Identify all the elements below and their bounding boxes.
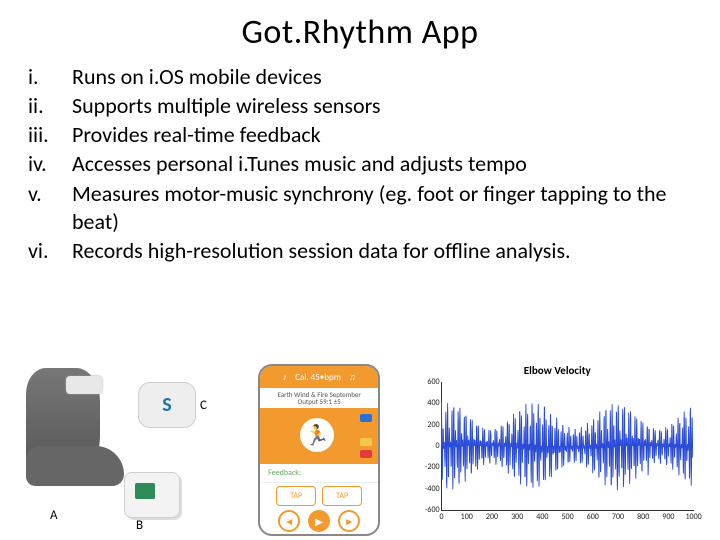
xtick: 100	[461, 512, 473, 522]
list-num: vi.	[28, 237, 72, 265]
sensor-board-b-icon	[124, 472, 180, 518]
play-icon[interactable]: ▶	[308, 510, 330, 532]
sensor-label-a: A	[50, 508, 58, 523]
sensor-label-c: C	[200, 398, 207, 413]
xtick: 1000	[685, 512, 701, 522]
ytick: 600	[427, 377, 441, 387]
phone-header-text: Cal. 45•bpm	[295, 372, 341, 383]
music-note-icon: ♫	[349, 372, 356, 383]
list-text: Records high-resolution session data for…	[72, 237, 692, 265]
list-text: Measures motor-music synchrony (eg. foot…	[72, 180, 692, 236]
figure-chart: Elbow Velocity 600 400 200 0 -200 -400 -…	[413, 364, 702, 534]
list-item: i. Runs on i.OS mobile devices	[28, 63, 692, 91]
ytick: -400	[425, 484, 442, 494]
dial-seg	[360, 414, 372, 422]
dial-seg	[360, 450, 372, 458]
feature-list: i. Runs on i.OS mobile devices ii. Suppo…	[28, 63, 692, 265]
ankle-band-icon	[66, 376, 102, 394]
list-item: ii. Supports multiple wireless sensors	[28, 92, 692, 120]
list-text: Provides real-time feedback	[72, 121, 692, 149]
phone-controls: ◄ ▶ ►	[260, 509, 378, 533]
slide-title: Got.Rhythm App	[28, 12, 692, 53]
list-num: iv.	[28, 150, 72, 178]
list-num: iii.	[28, 121, 72, 149]
next-track-icon[interactable]: ►	[338, 510, 360, 532]
figure-sensors: S A B C	[18, 364, 224, 534]
figure-row: S A B C ♪ Cal. 45•bpm ♫ Earth Wind & Fir…	[18, 364, 702, 534]
tap-button[interactable]: TAP	[276, 486, 316, 506]
ytick: 200	[427, 420, 441, 430]
list-item: vi. Records high-resolution session data…	[28, 237, 692, 265]
phone-subheader: Earth Wind & Fire September Output 59:1 …	[260, 388, 378, 408]
phone-activity-panel: 🏃	[260, 408, 378, 464]
list-item: iv. Accesses personal i.Tunes music and …	[28, 150, 692, 178]
phone-output-line: Output 59:1 ±5	[298, 398, 341, 405]
phone-tap-row: TAP TAP	[260, 483, 378, 509]
list-text: Supports multiple wireless sensors	[72, 92, 692, 120]
phone-frame-icon: ♪ Cal. 45•bpm ♫ Earth Wind & Fire Septem…	[258, 364, 380, 536]
xtick: 200	[486, 512, 498, 522]
xtick: 500	[561, 512, 573, 522]
chart-title: Elbow Velocity	[413, 364, 702, 377]
xtick: 0	[440, 512, 444, 522]
list-num: v.	[28, 180, 72, 236]
dial-seg	[360, 426, 372, 434]
xtick: 900	[662, 512, 674, 522]
xtick: 700	[612, 512, 624, 522]
ytick: -200	[425, 462, 442, 472]
list-text: Accesses personal i.Tunes music and adju…	[72, 150, 692, 178]
list-num: i.	[28, 63, 72, 91]
xtick: 800	[637, 512, 649, 522]
tap-button[interactable]: TAP	[322, 486, 362, 506]
figure-phone: ♪ Cal. 45•bpm ♫ Earth Wind & Fire Septem…	[230, 364, 406, 534]
tempo-dial-icon	[360, 414, 372, 458]
list-item: v. Measures motor-music synchrony (eg. f…	[28, 180, 692, 236]
sensor-c-glyph: S	[162, 393, 171, 417]
xtick: 300	[511, 512, 523, 522]
phone-feedback-label: Feedback:	[268, 468, 301, 478]
runner-icon: 🏃	[300, 418, 334, 452]
dial-seg	[360, 438, 372, 446]
ankle-sock-icon	[26, 368, 100, 480]
xtick: 600	[587, 512, 599, 522]
music-note-icon: ♪	[283, 372, 288, 383]
list-num: ii.	[28, 92, 72, 120]
list-text: Runs on i.OS mobile devices	[72, 63, 692, 91]
xtick: 400	[536, 512, 548, 522]
waveform-icon	[441, 382, 693, 510]
phone-header: ♪ Cal. 45•bpm ♫	[260, 366, 378, 388]
sensor-pod-c-icon: S	[138, 382, 196, 428]
prev-track-icon[interactable]: ◄	[278, 510, 300, 532]
phone-feedback-row: Feedback:	[260, 464, 378, 483]
ytick: 400	[427, 398, 441, 408]
slide-root: Got.Rhythm App i. Runs on i.OS mobile de…	[0, 0, 720, 540]
list-item: iii. Provides real-time feedback	[28, 121, 692, 149]
sensor-label-b: B	[136, 518, 143, 533]
